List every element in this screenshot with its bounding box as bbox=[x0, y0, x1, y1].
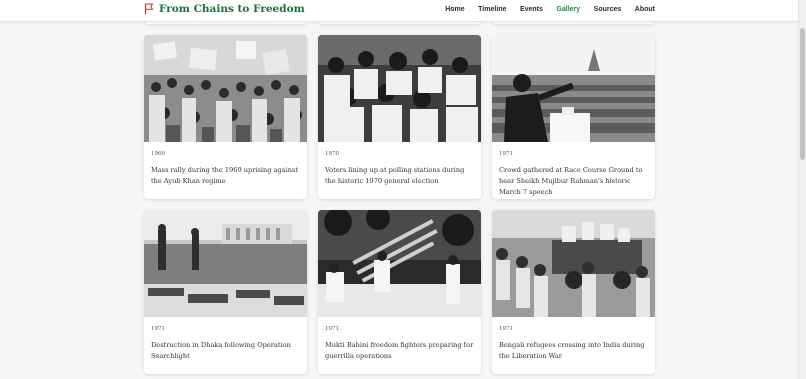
gallery-card[interactable]: 1971 Mukti Bahini freedom fighters prepa… bbox=[318, 210, 481, 374]
photo-year: 1971 bbox=[499, 151, 513, 157]
gallery-photo bbox=[144, 210, 307, 317]
nav-home[interactable]: Home bbox=[445, 6, 464, 13]
photo-caption: Voters lining up at polling stations dur… bbox=[325, 166, 465, 185]
gallery-card[interactable]: 1971 Crowd gathered at Race Course Groun… bbox=[492, 35, 655, 199]
nav-gallery[interactable]: Gallery bbox=[556, 6, 580, 13]
photo-caption: Bengali refugees crossing into India dur… bbox=[499, 341, 645, 360]
nav-sources[interactable]: Sources bbox=[594, 6, 622, 13]
gallery-photo bbox=[318, 35, 481, 142]
nav-about[interactable]: About bbox=[635, 6, 655, 13]
page-scrollbar[interactable] bbox=[798, 0, 806, 379]
photo-year: 1970 bbox=[325, 151, 339, 157]
site-title: From Chains to Freedom bbox=[159, 3, 305, 15]
gallery-card[interactable]: 1970 Voters lining up at polling station… bbox=[318, 35, 481, 199]
scrollbar-thumb[interactable] bbox=[800, 28, 805, 160]
photo-caption: Destruction in Dhaka following Operation… bbox=[151, 341, 291, 360]
photo-caption: Crowd gathered at Race Course Ground to … bbox=[499, 166, 643, 196]
top-navbar: From Chains to Freedom Home Timeline Eve… bbox=[0, 0, 798, 22]
photo-year: 1971 bbox=[499, 326, 513, 332]
site-brand[interactable]: From Chains to Freedom bbox=[144, 3, 305, 15]
gallery-photo bbox=[492, 35, 655, 142]
gallery-card[interactable]: 1971 Destruction in Dhaka following Oper… bbox=[144, 210, 307, 374]
nav-events[interactable]: Events bbox=[520, 6, 543, 13]
main-nav: Home Timeline Events Gallery Sources Abo… bbox=[432, 6, 655, 13]
flag-icon bbox=[144, 3, 153, 15]
photo-year: 1971 bbox=[151, 326, 165, 332]
photo-year: 1969 bbox=[151, 151, 165, 157]
photo-caption: Mass rally during the 1969 uprising agai… bbox=[151, 166, 298, 185]
nav-timeline[interactable]: Timeline bbox=[478, 6, 506, 13]
photo-caption: Mukti Bahini freedom fighters preparing … bbox=[325, 341, 474, 360]
gallery-card[interactable]: 1971 Bengali refugees crossing into Indi… bbox=[492, 210, 655, 374]
gallery-photo bbox=[492, 210, 655, 317]
gallery-photo bbox=[144, 35, 307, 142]
gallery-card[interactable]: 1969 Mass rally during the 1969 uprising… bbox=[144, 35, 307, 199]
photo-year: 1971 bbox=[325, 326, 339, 332]
gallery-photo bbox=[318, 210, 481, 317]
